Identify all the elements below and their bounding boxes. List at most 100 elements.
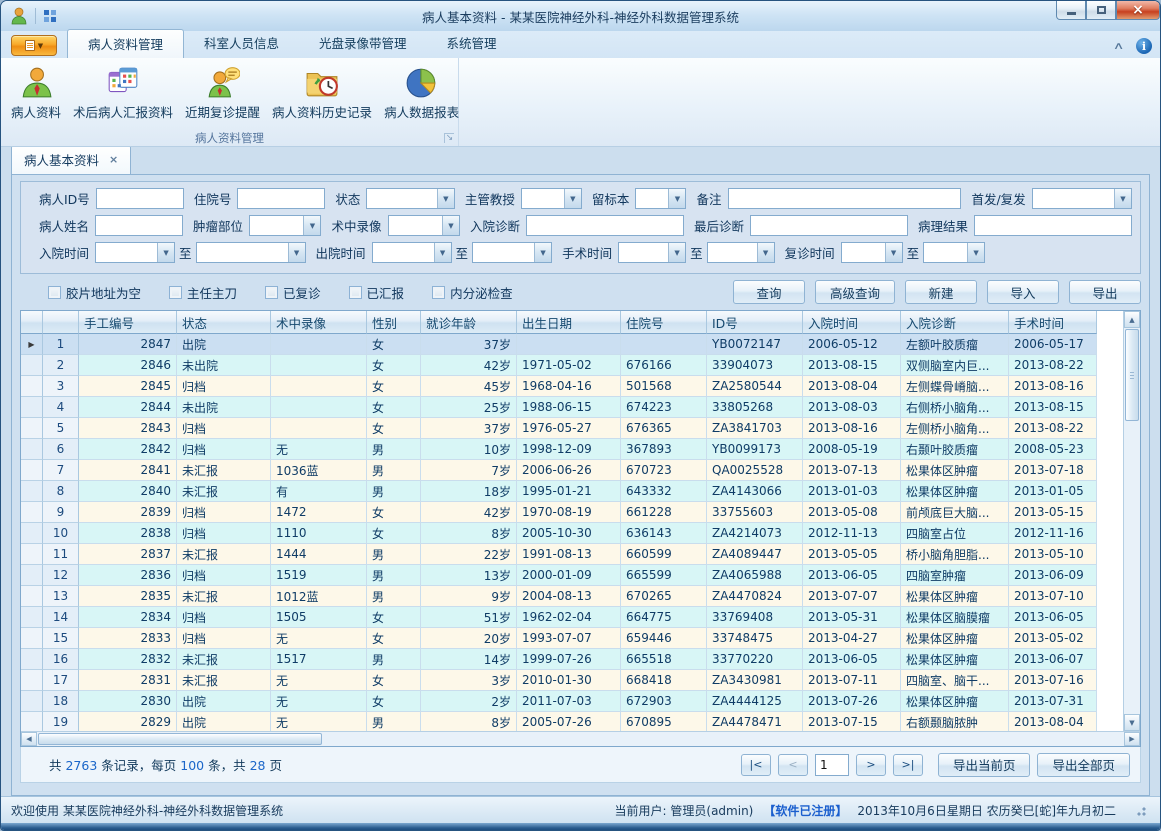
combo-dropdown-arrow-icon[interactable]: ▼ bbox=[885, 243, 902, 262]
horizontal-scrollbar-thumb[interactable] bbox=[38, 733, 322, 745]
search-combo-3-1[interactable]: ▼ bbox=[95, 242, 175, 263]
combo-dropdown-arrow-icon[interactable]: ▼ bbox=[157, 243, 174, 262]
grid-column-header-2[interactable]: 状态 bbox=[177, 311, 271, 334]
action-button-1[interactable]: 查询 bbox=[733, 280, 805, 304]
vertical-scrollbar-thumb[interactable] bbox=[1125, 329, 1139, 421]
dialog-launcher-icon[interactable]: ↘ bbox=[444, 133, 454, 143]
filter-checkbox-2[interactable]: 主任主刀 bbox=[169, 283, 237, 302]
ribbon-tab-3[interactable]: 光盘录像带管理 bbox=[299, 29, 427, 58]
export-current-page-button[interactable]: 导出当前页 bbox=[938, 753, 1031, 777]
combo-dropdown-arrow-icon[interactable]: ▼ bbox=[967, 243, 984, 262]
table-row[interactable]: 172831未汇报无女3岁2010-01-30668418ZA343098120… bbox=[21, 670, 1123, 691]
doc-tab-patient-basic-info[interactable]: 病人基本资料 × bbox=[11, 147, 131, 174]
search-input-1-2[interactable] bbox=[237, 188, 325, 209]
grid-column-header-11[interactable]: 手术时间 bbox=[1009, 311, 1097, 334]
combo-dropdown-arrow-icon[interactable]: ▼ bbox=[442, 216, 459, 235]
export-all-pages-button[interactable]: 导出全部页 bbox=[1037, 753, 1130, 777]
doc-tab-close-icon[interactable]: × bbox=[109, 153, 118, 166]
grid-column-header-1[interactable]: 手工编号 bbox=[79, 311, 177, 334]
search-combo-3-2[interactable]: ▼ bbox=[196, 242, 306, 263]
scroll-down-arrow-icon[interactable]: ▼ bbox=[1124, 714, 1140, 731]
app-logo-person-icon[interactable] bbox=[9, 6, 29, 26]
grid-column-header-8[interactable]: ID号 bbox=[707, 311, 803, 334]
resize-grip[interactable] bbox=[1134, 804, 1146, 816]
filter-checkbox-1[interactable]: 胶片地址为空 bbox=[48, 283, 141, 302]
search-combo-3-6[interactable]: ▼ bbox=[707, 242, 775, 263]
search-combo-3-5[interactable]: ▼ bbox=[618, 242, 686, 263]
table-row[interactable]: 122836归档1519男13岁2000-01-09665599ZA406598… bbox=[21, 565, 1123, 586]
combo-dropdown-arrow-icon[interactable]: ▼ bbox=[303, 216, 320, 235]
search-input-2-6[interactable] bbox=[974, 215, 1132, 236]
table-row[interactable]: 102838归档1110女8岁2005-10-30636143ZA4214073… bbox=[21, 523, 1123, 544]
action-button-3[interactable]: 新建 bbox=[905, 280, 977, 304]
search-input-2-1[interactable] bbox=[95, 215, 183, 236]
first-page-button[interactable]: |< bbox=[741, 754, 771, 776]
search-input-1-1[interactable] bbox=[96, 188, 184, 209]
combo-dropdown-arrow-icon[interactable]: ▼ bbox=[757, 243, 774, 262]
table-row[interactable]: 132835未汇报1012蓝男9岁2004-08-13670265ZA44708… bbox=[21, 586, 1123, 607]
ribbon-button-5[interactable]: 病人数据报表 bbox=[378, 61, 465, 124]
table-row[interactable]: 162832未汇报1517男14岁1999-07-266655183377022… bbox=[21, 649, 1123, 670]
search-combo-1-7[interactable]: ▼ bbox=[1032, 188, 1132, 209]
checkbox-box-icon[interactable] bbox=[48, 286, 61, 299]
combo-dropdown-arrow-icon[interactable]: ▼ bbox=[1114, 189, 1131, 208]
search-combo-3-3[interactable]: ▼ bbox=[372, 242, 452, 263]
checkbox-box-icon[interactable] bbox=[349, 286, 362, 299]
combo-dropdown-arrow-icon[interactable]: ▼ bbox=[288, 243, 305, 262]
grid-column-header-3[interactable]: 术中录像 bbox=[271, 311, 367, 334]
scroll-up-arrow-icon[interactable]: ▲ bbox=[1124, 311, 1140, 328]
search-combo-1-4[interactable]: ▼ bbox=[521, 188, 582, 209]
table-row[interactable]: 82840未汇报有男18岁1995-01-21643332ZA414306620… bbox=[21, 481, 1123, 502]
quick-access-grid-icon[interactable] bbox=[42, 8, 58, 24]
action-button-5[interactable]: 导出 bbox=[1069, 280, 1141, 304]
last-page-button[interactable]: >| bbox=[893, 754, 923, 776]
software-registered-link[interactable]: 【软件已注册】 bbox=[763, 802, 847, 819]
ribbon-button-3[interactable]: 近期复诊提醒 bbox=[179, 61, 266, 124]
action-button-4[interactable]: 导入 bbox=[987, 280, 1059, 304]
close-button[interactable]: × bbox=[1116, 1, 1160, 20]
ribbon-button-4[interactable]: 病人资料历史记录 bbox=[266, 61, 378, 124]
ribbon-button-2[interactable]: 术后病人汇报资料 bbox=[67, 61, 179, 124]
grid-column-header-4[interactable]: 性别 bbox=[367, 311, 421, 334]
maximize-button[interactable] bbox=[1086, 1, 1116, 20]
grid-column-header-5[interactable]: 就诊年龄 bbox=[421, 311, 517, 334]
ribbon-tab-1[interactable]: 病人资料管理 bbox=[67, 29, 184, 58]
table-row[interactable]: 62842归档无男10岁1998-12-09367893YB0099173200… bbox=[21, 439, 1123, 460]
combo-dropdown-arrow-icon[interactable]: ▼ bbox=[668, 189, 685, 208]
combo-dropdown-arrow-icon[interactable]: ▼ bbox=[668, 243, 685, 262]
grid-column-header-6[interactable]: 出生日期 bbox=[517, 311, 621, 334]
minimize-button[interactable] bbox=[1056, 1, 1086, 20]
table-row[interactable]: 32845归档女45岁1968-04-16501568ZA25805442013… bbox=[21, 376, 1123, 397]
filter-checkbox-3[interactable]: 已复诊 bbox=[265, 283, 321, 302]
table-row[interactable]: 22846未出院女42岁1971-05-02676166339040732013… bbox=[21, 355, 1123, 376]
checkbox-box-icon[interactable] bbox=[432, 286, 445, 299]
search-combo-1-5[interactable]: ▼ bbox=[635, 188, 686, 209]
search-input-2-4[interactable] bbox=[526, 215, 684, 236]
checkbox-box-icon[interactable] bbox=[265, 286, 278, 299]
previous-page-button[interactable]: < bbox=[778, 754, 808, 776]
combo-dropdown-arrow-icon[interactable]: ▼ bbox=[437, 189, 454, 208]
search-combo-2-2[interactable]: ▼ bbox=[249, 215, 321, 236]
table-row[interactable]: 72841未汇报1036蓝男7岁2006-06-26670723QA002552… bbox=[21, 460, 1123, 481]
scroll-right-arrow-icon[interactable]: ▶ bbox=[1124, 732, 1140, 746]
table-row[interactable]: 192829出院无男8岁2005-07-26670895ZA4478471201… bbox=[21, 712, 1123, 731]
table-row[interactable]: 42844未出院女25岁1988-06-15674223338052682013… bbox=[21, 397, 1123, 418]
ribbon-button-1[interactable]: 病人资料 bbox=[5, 61, 67, 124]
table-row[interactable]: 112837未汇报1444男22岁1991-08-13660599ZA40894… bbox=[21, 544, 1123, 565]
table-row[interactable]: ▶12847出院女37岁YB00721472006-05-12左额叶胶质瘤200… bbox=[21, 334, 1123, 355]
filter-checkbox-5[interactable]: 内分泌检查 bbox=[432, 283, 513, 302]
info-icon[interactable]: i bbox=[1136, 38, 1152, 54]
search-combo-1-3[interactable]: ▼ bbox=[366, 188, 455, 209]
action-button-2[interactable]: 高级查询 bbox=[815, 280, 895, 304]
table-row[interactable]: 52843归档女37岁1976-05-27676365ZA38417032013… bbox=[21, 418, 1123, 439]
grid-column-header-7[interactable]: 住院号 bbox=[621, 311, 707, 334]
grid-column-header-9[interactable]: 入院时间 bbox=[803, 311, 901, 334]
search-input-1-6[interactable] bbox=[728, 188, 962, 209]
search-combo-2-3[interactable]: ▼ bbox=[388, 215, 460, 236]
search-combo-3-7[interactable]: ▼ bbox=[841, 242, 903, 263]
combo-dropdown-arrow-icon[interactable]: ▼ bbox=[534, 243, 551, 262]
collapse-ribbon-chevron-icon[interactable]: ∧ bbox=[1112, 41, 1124, 52]
table-row[interactable]: 142834归档1505女51岁1962-02-0466477533769408… bbox=[21, 607, 1123, 628]
table-row[interactable]: 92839归档1472女42岁1970-08-19661228337556032… bbox=[21, 502, 1123, 523]
horizontal-scrollbar[interactable]: ◀ ▶ bbox=[21, 731, 1140, 746]
